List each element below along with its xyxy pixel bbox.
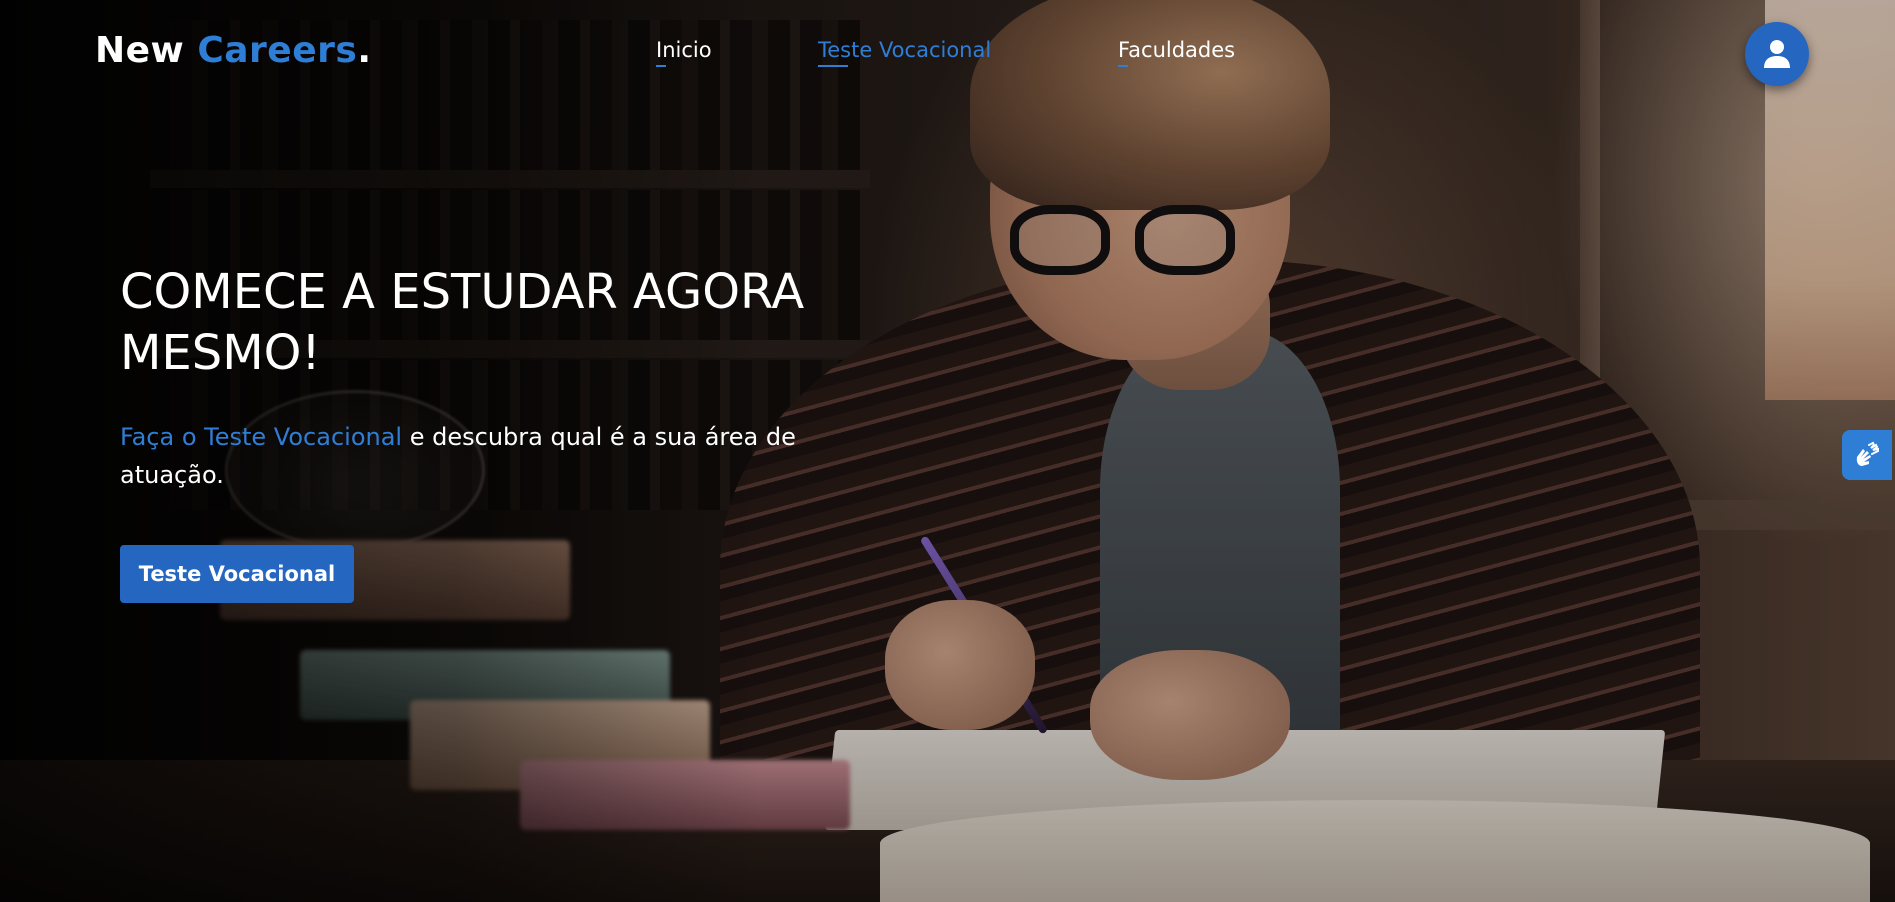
- hero-subtitle: Faça o Teste Vocacional e descubra qual …: [120, 418, 880, 494]
- user-account-button[interactable]: [1745, 22, 1809, 86]
- nav-link-teste-vocacional[interactable]: Teste Vocacional: [818, 38, 991, 67]
- nav-link-faculdades[interactable]: Faculdades: [1118, 38, 1235, 67]
- accessibility-widget-button[interactable]: [1842, 430, 1892, 480]
- sign-language-icon: [1856, 441, 1879, 466]
- hero-title-line-1: COMECE A ESTUDAR AGORA: [120, 264, 805, 320]
- hero-subtitle-link[interactable]: Faça o Teste Vocacional: [120, 423, 402, 451]
- teste-vocacional-button[interactable]: Teste Vocacional: [120, 545, 354, 603]
- nav-link-inicio[interactable]: Inicio: [656, 38, 712, 67]
- main-nav: Inicio Teste Vocacional Faculdades: [0, 38, 1895, 68]
- hero-title: COMECE A ESTUDAR AGORA MESMO!: [120, 262, 880, 384]
- user-icon: [1764, 40, 1790, 68]
- hero-title-line-2: MESMO!: [120, 325, 321, 381]
